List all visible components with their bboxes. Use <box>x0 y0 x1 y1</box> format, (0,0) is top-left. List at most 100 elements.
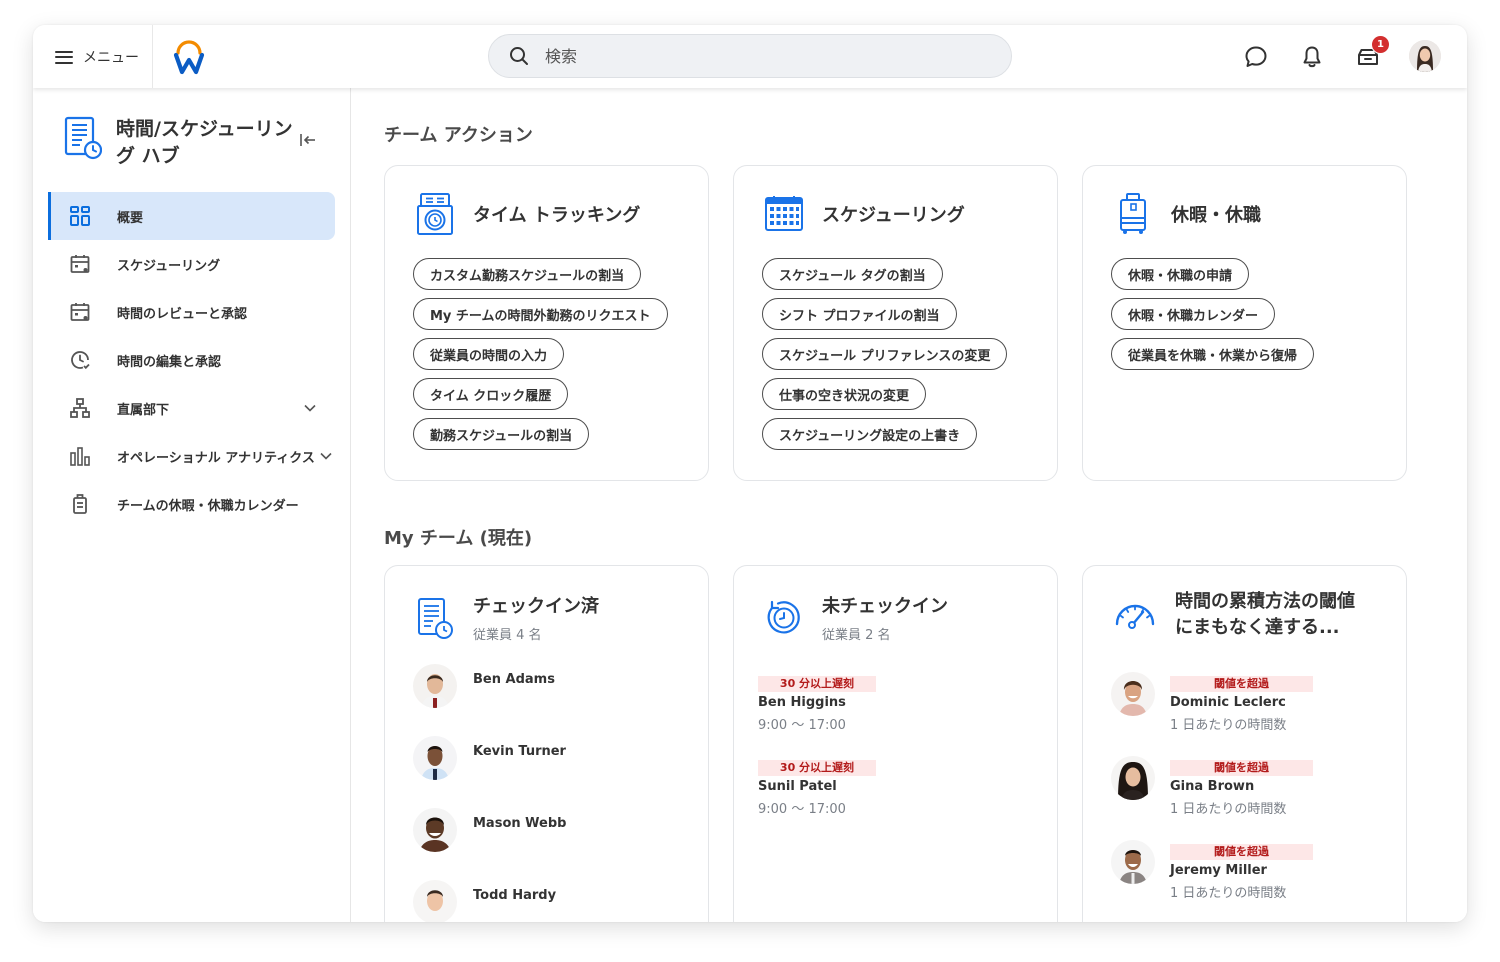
card-subtitle: 従業員 4 名 <box>473 628 542 643</box>
action-button[interactable]: 勤務スケジュールの割当 <box>413 418 590 450</box>
sidebar-item-time-review[interactable]: 時間のレビューと承認 <box>48 288 335 336</box>
action-button[interactable]: 従業員の時間の入力 <box>413 338 565 370</box>
card-header: 休暇・休職 <box>1113 192 1261 236</box>
hub-header: 時間/スケジューリング ハブ <box>64 116 306 170</box>
workday-logo[interactable] <box>172 39 206 75</box>
gauge-icon <box>1115 604 1155 629</box>
search-input[interactable] <box>545 46 945 66</box>
chevron-down-icon[interactable] <box>319 449 333 463</box>
list-item[interactable]: Kevin Turner <box>413 736 566 808</box>
team-actions-title: チーム アクション <box>384 125 533 146</box>
shift-time: 9:00 〜 17:00 <box>758 802 846 817</box>
person-name[interactable]: Todd Hardy <box>473 888 556 922</box>
action-button[interactable]: 休暇・休職の申請 <box>1111 258 1250 290</box>
menu-button[interactable]: メニュー <box>55 43 139 71</box>
collapse-sidebar-icon[interactable] <box>299 132 317 148</box>
card-title: 未チェックイン <box>822 596 948 617</box>
luggage-icon <box>73 494 87 514</box>
list-item[interactable]: 閾値を超過 Dominic Leclerc 1 日あたりの時間数 <box>1111 672 1313 756</box>
list-item[interactable]: 閾値を超過 Gina Brown 1 日あたりの時間数 <box>1111 756 1313 840</box>
action-button[interactable]: 仕事の空き状況の変更 <box>762 378 927 410</box>
card-title: タイム トラッキング <box>473 205 641 226</box>
sidebar-item-time-edit[interactable]: 時間の編集と承認 <box>48 336 335 384</box>
menu-label: メニュー <box>83 50 139 66</box>
search-icon <box>510 47 528 65</box>
bell-icon[interactable] <box>1299 44 1325 70</box>
scheduling-card: スケジューリング スケジュール タグの割当 シフト プロファイルの割当 スケジュ… <box>733 165 1058 481</box>
card-subtitle: 従業員 2 名 <box>822 628 891 643</box>
list-item[interactable]: Mason Webb <box>413 808 566 880</box>
action-list: スケジュール タグの割当 シフト プロファイルの割当 スケジュール プリファレン… <box>762 258 1008 450</box>
user-avatar[interactable] <box>1409 40 1441 72</box>
action-list: 休暇・休職の申請 休暇・休職カレンダー 従業員を休職・休業から復帰 <box>1111 258 1315 370</box>
luggage-icon <box>1120 193 1146 234</box>
list-item[interactable]: Todd Hardy <box>413 880 566 922</box>
sidebar-item-label: オペレーショナル アナリティクス <box>117 450 315 466</box>
threshold-detail: 1 日あたりの時間数 <box>1170 718 1287 733</box>
action-button[interactable]: My チームの時間外勤務のリクエスト <box>413 298 668 330</box>
action-list: カスタム勤務スケジュールの割当 My チームの時間外勤務のリクエスト 従業員の時… <box>413 258 668 450</box>
main-content: チーム アクション タイム トラッキング カスタム勤務スケジュールの割当 My … <box>352 88 1467 922</box>
sidebar-item-direct-reports[interactable]: 直属部下 <box>48 384 335 432</box>
sidebar: 時間/スケジューリング ハブ 概要 スケジューリング 時間のレビューと承認 時間… <box>33 88 351 922</box>
card-header: タイム トラッキング <box>415 192 640 236</box>
sidebar-item-team-leave-calendar[interactable]: チームの休暇・休職カレンダー <box>48 480 335 528</box>
person-name[interactable]: Mason Webb <box>473 816 566 880</box>
action-button[interactable]: スケジュール プリファレンスの変更 <box>762 338 1008 370</box>
card-header: 時間の累積方法の閾値にまもなく達する... <box>1113 591 1365 641</box>
threshold-card: 時間の累積方法の閾値にまもなく達する... 閾値を超過 Dominic Lecl… <box>1082 565 1407 922</box>
action-button[interactable]: タイム クロック履歴 <box>413 378 569 410</box>
my-team-title: My チーム (現在) <box>384 528 533 549</box>
sidebar-item-label: 時間の編集と承認 <box>117 354 222 370</box>
sidebar-item-overview[interactable]: 概要 <box>48 192 335 240</box>
threshold-detail: 1 日あたりの時間数 <box>1170 802 1287 817</box>
grid-icon <box>70 206 90 226</box>
chat-icon[interactable] <box>1243 44 1269 70</box>
search-bar[interactable] <box>488 34 1012 78</box>
person-name[interactable]: Sunil Patel <box>758 779 876 794</box>
time-clock-icon <box>417 193 453 235</box>
top-bar: メニュー 1 <box>33 25 1467 88</box>
sidebar-item-label: 時間のレビューと承認 <box>117 306 248 322</box>
clock-refresh-icon <box>767 600 800 633</box>
late-tag: 30 分以上遅刻 <box>758 676 876 692</box>
list-item[interactable]: 閾値を超過 Jeremy Miller 1 日あたりの時間数 <box>1111 840 1313 922</box>
avatar <box>1111 672 1155 716</box>
action-button[interactable]: スケジューリング設定の上書き <box>762 418 978 450</box>
action-button[interactable]: カスタム勤務スケジュールの割当 <box>413 258 642 290</box>
people-list: Ben Adams Kevin Turner Mason Webb Todd H… <box>413 664 566 922</box>
hub-title: 時間/スケジューリング ハブ <box>116 118 293 167</box>
person-name[interactable]: Dominic Leclerc <box>1170 695 1313 710</box>
notification-badge: 1 <box>1371 35 1390 54</box>
menu-icon <box>55 50 73 64</box>
card-title: スケジューリング <box>822 205 965 226</box>
threshold-detail: 1 日あたりの時間数 <box>1170 886 1287 901</box>
list-item[interactable]: Ben Adams <box>413 664 566 736</box>
sidebar-item-label: チームの休暇・休職カレンダー <box>117 498 299 514</box>
app-window: メニュー 1 <box>33 25 1467 922</box>
sidebar-item-scheduling[interactable]: スケジューリング <box>48 240 335 288</box>
threshold-tag: 閾値を超過 <box>1170 676 1313 692</box>
person-name[interactable]: Jeremy Miller <box>1170 863 1313 878</box>
list-item[interactable]: 30 分以上遅刻 Sunil Patel 9:00 〜 17:00 <box>758 756 876 840</box>
avatar <box>413 664 457 708</box>
avatar <box>1111 840 1155 884</box>
person-name[interactable]: Kevin Turner <box>473 744 566 808</box>
person-name[interactable]: Ben Adams <box>473 672 555 736</box>
avatar <box>413 808 457 852</box>
action-button[interactable]: 従業員を休職・休業から復帰 <box>1111 338 1315 370</box>
card-title: チェックイン済 <box>473 596 599 617</box>
sidebar-item-operational-analytics[interactable]: オペレーショナル アナリティクス <box>48 432 335 480</box>
chevron-down-icon[interactable] <box>303 401 317 415</box>
person-name[interactable]: Gina Brown <box>1170 779 1313 794</box>
card-header: スケジューリング <box>764 192 965 236</box>
action-button[interactable]: スケジュール タグの割当 <box>762 258 943 290</box>
threshold-tag: 閾値を超過 <box>1170 844 1313 860</box>
sidebar-nav: 概要 スケジューリング 時間のレビューと承認 時間の編集と承認 直属部下 オペレ… <box>48 192 335 528</box>
late-tag: 30 分以上遅刻 <box>758 760 876 776</box>
person-name[interactable]: Ben Higgins <box>758 695 876 710</box>
action-button[interactable]: シフト プロファイルの割当 <box>762 298 957 330</box>
checked-in-card: チェックイン済 従業員 4 名 Ben Adams Kevin Turner M… <box>384 565 709 922</box>
action-button[interactable]: 休暇・休職カレンダー <box>1111 298 1276 330</box>
list-item[interactable]: 30 分以上遅刻 Ben Higgins 9:00 〜 17:00 <box>758 672 876 756</box>
